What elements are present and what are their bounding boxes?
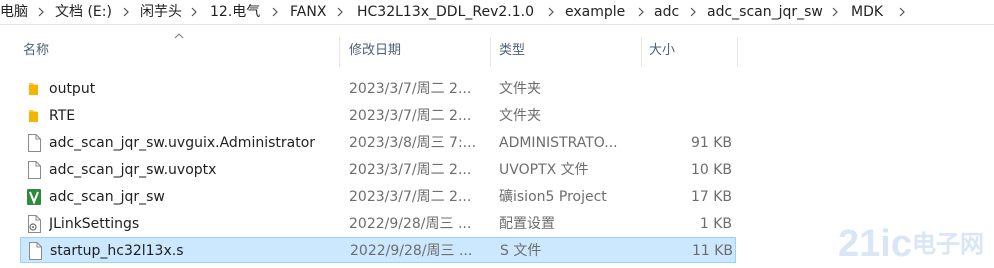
file-type: 礦ision5 Project (499, 189, 607, 205)
file-icon (28, 161, 41, 179)
keil-project-icon (27, 189, 41, 205)
file-row[interactable]: JLinkSettings 2022/9/28/周三 ... 配置设置 1 KB (20, 211, 736, 237)
column-header-type[interactable]: 类型 (499, 40, 525, 62)
file-size: 11 KB (691, 243, 733, 259)
file-type: UVOPTX 文件 (499, 162, 589, 178)
file-row[interactable]: adc_scan_jqr_sw.uvguix.Administrator 202… (20, 130, 736, 156)
breadcrumb-item-drive[interactable]: 文档 (E:) (55, 2, 112, 22)
file-row-selected[interactable]: startup_hc32l13x.s 2022/9/28/周三 ... S 文件… (20, 237, 736, 263)
chevron-right-icon[interactable] (831, 2, 841, 22)
file-name: adc_scan_jqr_sw.uvguix.Administrator (49, 135, 316, 151)
chevron-right-icon[interactable] (122, 2, 132, 22)
file-date: 2023/3/7/周二 2... (349, 81, 472, 97)
file-type: 文件夹 (499, 108, 541, 124)
file-row[interactable]: adc_scan_jqr_sw.uvoptx 2023/3/7/周二 2... … (20, 157, 736, 183)
column-divider[interactable] (490, 37, 491, 67)
file-row[interactable]: adc_scan_jqr_sw 2023/3/7/周二 2... 礦ision5… (20, 184, 736, 210)
chevron-right-icon[interactable] (271, 2, 281, 22)
file-type: ADMINISTRATO... (499, 135, 618, 151)
watermark-brand: 21ic (838, 223, 912, 262)
breadcrumb-item-computer[interactable]: 电脑 (0, 2, 28, 22)
breadcrumb: 电脑 文档 (E:) 闲芋头 12.电气 FANX HC32L13x_DDL_R… (0, 0, 994, 25)
breadcrumb-item-folder[interactable]: HC32L13x_DDL_Rev2.1.0 (357, 2, 534, 22)
watermark-logo: 21ic 电子网 (838, 223, 984, 262)
breadcrumb-item-folder[interactable]: 12.电气 (210, 2, 260, 22)
chevron-right-icon[interactable] (336, 2, 346, 22)
breadcrumb-item-folder[interactable]: adc_scan_jqr_sw (707, 2, 823, 22)
folder-icon (29, 110, 38, 122)
file-row[interactable]: RTE 2023/3/7/周二 2... 文件夹 (20, 103, 736, 129)
chevron-right-icon[interactable] (37, 2, 47, 22)
file-date: 2023/3/7/周二 2... (349, 108, 472, 124)
file-size (640, 76, 732, 102)
file-type: S 文件 (500, 243, 542, 259)
column-header-date[interactable]: 修改日期 (349, 40, 401, 62)
file-type: 文件夹 (499, 81, 541, 97)
watermark-text: 电子网 (912, 230, 984, 258)
file-size: 17 KB (690, 189, 732, 205)
column-divider[interactable] (339, 37, 340, 67)
file-name: output (49, 81, 96, 97)
column-header-size[interactable]: 大小 (649, 40, 675, 62)
file-date: 2023/3/7/周二 2... (349, 189, 472, 205)
breadcrumb-item-folder[interactable]: example (565, 2, 625, 22)
file-icon (29, 242, 42, 260)
column-divider[interactable] (737, 37, 738, 67)
file-date: 2023/3/8/周三 7:... (349, 135, 477, 151)
file-name: adc_scan_jqr_sw.uvoptx (49, 162, 217, 178)
chevron-right-icon[interactable] (637, 2, 647, 22)
breadcrumb-item-folder[interactable]: adc (654, 2, 679, 22)
file-row[interactable]: output 2023/3/7/周二 2... 文件夹 (20, 76, 736, 102)
file-name: JLinkSettings (49, 216, 140, 232)
breadcrumb-item-current[interactable]: MDK (851, 2, 883, 22)
file-size: 10 KB (690, 162, 732, 178)
file-size: 91 KB (690, 135, 732, 151)
file-name: adc_scan_jqr_sw (49, 189, 165, 205)
breadcrumb-item-folder[interactable]: 闲芋头 (140, 2, 182, 22)
sort-ascending-icon (174, 33, 184, 39)
settings-file-icon (28, 215, 41, 233)
file-icon (28, 134, 41, 152)
file-date: 2023/3/7/周二 2... (349, 162, 472, 178)
column-divider[interactable] (641, 37, 642, 67)
chevron-right-icon[interactable] (689, 2, 699, 22)
file-size: 1 KB (699, 216, 732, 232)
file-name: RTE (49, 108, 76, 124)
chevron-right-icon[interactable] (547, 2, 557, 22)
file-date: 2022/9/28/周三 ... (349, 216, 472, 232)
file-type: 配置设置 (499, 216, 555, 232)
breadcrumb-item-folder[interactable]: FANX (290, 2, 326, 22)
file-name: startup_hc32l13x.s (50, 243, 184, 259)
file-date: 2022/9/28/周三 ... (350, 243, 473, 259)
chevron-right-icon[interactable] (190, 2, 200, 22)
chevron-right-icon[interactable] (898, 2, 908, 22)
file-size (640, 103, 732, 129)
folder-icon (29, 83, 38, 95)
column-header-name[interactable]: 名称 (23, 40, 49, 62)
